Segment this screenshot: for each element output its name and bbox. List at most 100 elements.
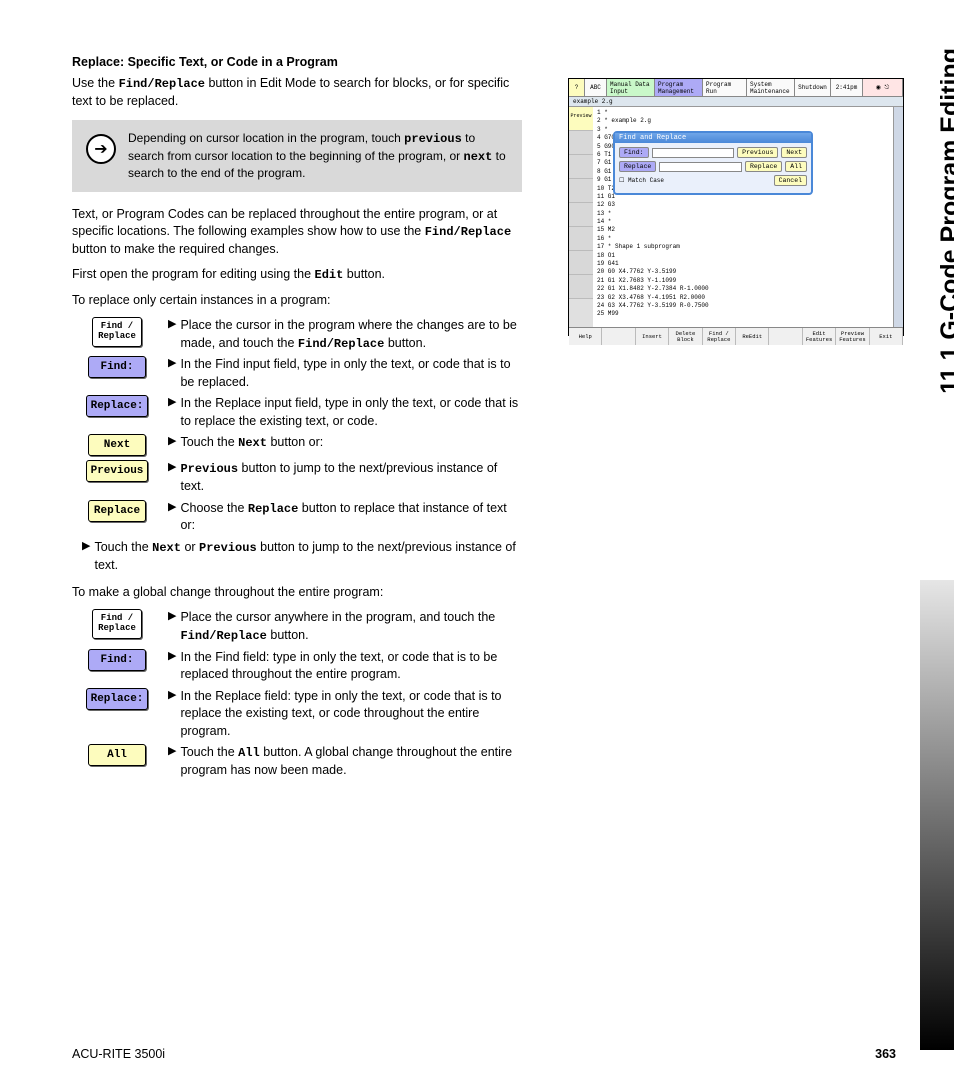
ss-softkey: Exit <box>870 328 903 345</box>
ss-preview-btn: Preview <box>569 107 593 131</box>
tip-box: Depending on cursor location in the prog… <box>72 120 522 192</box>
ss-code-line: 13 * <box>597 210 889 218</box>
caret-icon: ▶ <box>168 317 176 352</box>
ss-scrollbar <box>893 107 903 327</box>
step-row: Replace: ▶In the Replace field: type in o… <box>72 688 522 741</box>
step-text: ▶Touch the All button. A global change t… <box>162 744 522 779</box>
caret-icon: ▶ <box>168 356 176 391</box>
ss-dialog-title: Find and Replace <box>615 133 811 143</box>
ss-tab: Manual Data Input <box>607 79 655 96</box>
footer-page-number: 363 <box>875 1047 896 1061</box>
ss-softkey: Edit Features <box>803 328 836 345</box>
ss-replace-action: Replace <box>745 161 782 172</box>
ss-code-line: 17 * Shape 1 subprogram <box>597 243 889 251</box>
side-gradient <box>920 580 954 1050</box>
screenshot-figure: ? ABC Manual Data Input Program Manageme… <box>568 78 904 336</box>
step-text: ▶In the Find field: type in only the tex… <box>162 649 522 684</box>
ss-softkey: Preview Features <box>836 328 869 345</box>
ss-replace-btn: Replace <box>619 161 656 172</box>
step-row: Replace ▶Choose the Replace button to rep… <box>72 500 522 535</box>
ss-code-line: 18 O1 <box>597 252 889 260</box>
ss-code-line: 12 G3 <box>597 201 889 209</box>
ss-softkey <box>602 328 635 345</box>
side-chapter-title: 11.1 G-Code Program Editing <box>936 48 954 394</box>
help-icon: ? <box>569 79 585 96</box>
ss-tab: Program Management <box>655 79 703 96</box>
ss-code-line: 1 * <box>597 109 889 117</box>
step-button: Find: <box>88 649 146 671</box>
step-text: ▶In the Replace field: type in only the … <box>162 688 522 741</box>
body-step-full: ▶ Touch the Next or Previous button to j… <box>72 539 522 574</box>
caret-icon: ▶ <box>168 395 176 430</box>
step-button: Replace <box>88 500 146 522</box>
caret-icon: ▶ <box>168 434 176 452</box>
step-button: Find: <box>88 356 146 378</box>
step-row: Find: ▶In the Find field: type in only th… <box>72 649 522 684</box>
ss-softkey: Delete Block <box>669 328 702 345</box>
ss-code-line: 16 * <box>597 235 889 243</box>
ss-replace-input <box>659 162 742 172</box>
ss-code-line: 21 G1 X2.7683 Y-1.1099 <box>597 277 889 285</box>
ss-next-btn: Next <box>781 147 807 158</box>
ss-softkey: Find / Replace <box>703 328 736 345</box>
intro-paragraph: Use the Find/Replace button in Edit Mode… <box>72 75 522 110</box>
caret-icon: ▶ <box>82 539 90 574</box>
step-row: Find: ▶In the Find input field, type in o… <box>72 356 522 391</box>
ss-toolbar: ? ABC Manual Data Input Program Manageme… <box>569 79 903 97</box>
step-button: Next <box>88 434 146 456</box>
ss-softkey <box>769 328 802 345</box>
caret-icon: ▶ <box>168 609 176 644</box>
ss-tab: Shutdown <box>795 79 831 96</box>
body-paragraph: Text, or Program Codes can be replaced t… <box>72 206 522 258</box>
step-text: ▶Touch the Next button or: <box>162 434 522 452</box>
ss-tab: Program Run <box>703 79 747 96</box>
caret-icon: ▶ <box>168 460 176 495</box>
ss-code-line: 2 * example 2.g <box>597 117 889 125</box>
ss-code-line: 19 G41 <box>597 260 889 268</box>
caret-icon: ▶ <box>168 649 176 684</box>
tip-text: Depending on cursor location in the prog… <box>128 130 508 182</box>
ss-all-btn: All <box>785 161 807 172</box>
step-row: Replace: ▶In the Replace input field, typ… <box>72 395 522 430</box>
caret-icon: ▶ <box>168 744 176 779</box>
ss-code-line: 20 G0 X4.7762 Y-3.5199 <box>597 268 889 276</box>
ss-clock: 2:41pm <box>831 79 863 96</box>
step-text: ▶Previous button to jump to the next/pre… <box>162 460 522 495</box>
ss-find-btn: Find: <box>619 147 649 158</box>
step-text: ▶Place the cursor anywhere in the progra… <box>162 609 522 644</box>
step-button: Replace: <box>86 395 149 417</box>
step-row: Previous ▶Previous button to jump to the … <box>72 460 522 495</box>
ss-softkey: ReEdit <box>736 328 769 345</box>
step-text: ▶In the Find input field, type in only t… <box>162 356 522 391</box>
section-heading: Replace: Specific Text, or Code in a Pro… <box>72 55 522 69</box>
ss-find-replace-dialog: Find and Replace Find: Previous Next Rep… <box>613 131 813 195</box>
ss-code-line: 25 M99 <box>597 310 889 318</box>
step-row: Find / Replace▶Place the cursor in the p… <box>72 317 522 352</box>
step-text: ▶Choose the Replace button to replace th… <box>162 500 522 535</box>
ss-bottom-toolbar: Help InsertDelete BlockFind / ReplaceReEd… <box>569 327 903 345</box>
ss-softkey: Insert <box>636 328 669 345</box>
ss-code-line: 14 * <box>597 218 889 226</box>
ss-tab: System Maintenance <box>747 79 795 96</box>
step-text: ▶Place the cursor in the program where t… <box>162 317 522 352</box>
ss-side-toolbar: Preview <box>569 107 593 327</box>
step-button: Previous <box>86 460 149 482</box>
ss-code-line: 15 M2 <box>597 226 889 234</box>
footer-product: ACU-RITE 3500i <box>72 1047 165 1061</box>
ss-filename: example 2.g <box>569 97 903 107</box>
step-row: Next ▶Touch the Next button or: <box>72 434 522 456</box>
body-paragraph: To make a global change throughout the e… <box>72 584 522 601</box>
ss-softkey: Help <box>569 328 602 345</box>
caret-icon: ▶ <box>168 688 176 741</box>
step-button: Find / Replace <box>92 609 142 639</box>
step-row: Find / Replace ▶Place the cursor anywhere… <box>72 609 522 644</box>
ss-cancel-btn: Cancel <box>774 175 807 186</box>
ss-matchcase: Match Case <box>628 177 664 184</box>
step-button: Replace: <box>86 688 149 710</box>
step-text: ▶In the Replace input field, type in onl… <box>162 395 522 430</box>
step-row: All▶Touch the All button. A global chang… <box>72 744 522 779</box>
body-paragraph: To replace only certain instances in a p… <box>72 292 522 309</box>
body-paragraph: First open the program for editing using… <box>72 266 522 284</box>
ss-find-input <box>652 148 735 158</box>
ss-status-icons: ◉ ⎋ <box>863 79 903 96</box>
